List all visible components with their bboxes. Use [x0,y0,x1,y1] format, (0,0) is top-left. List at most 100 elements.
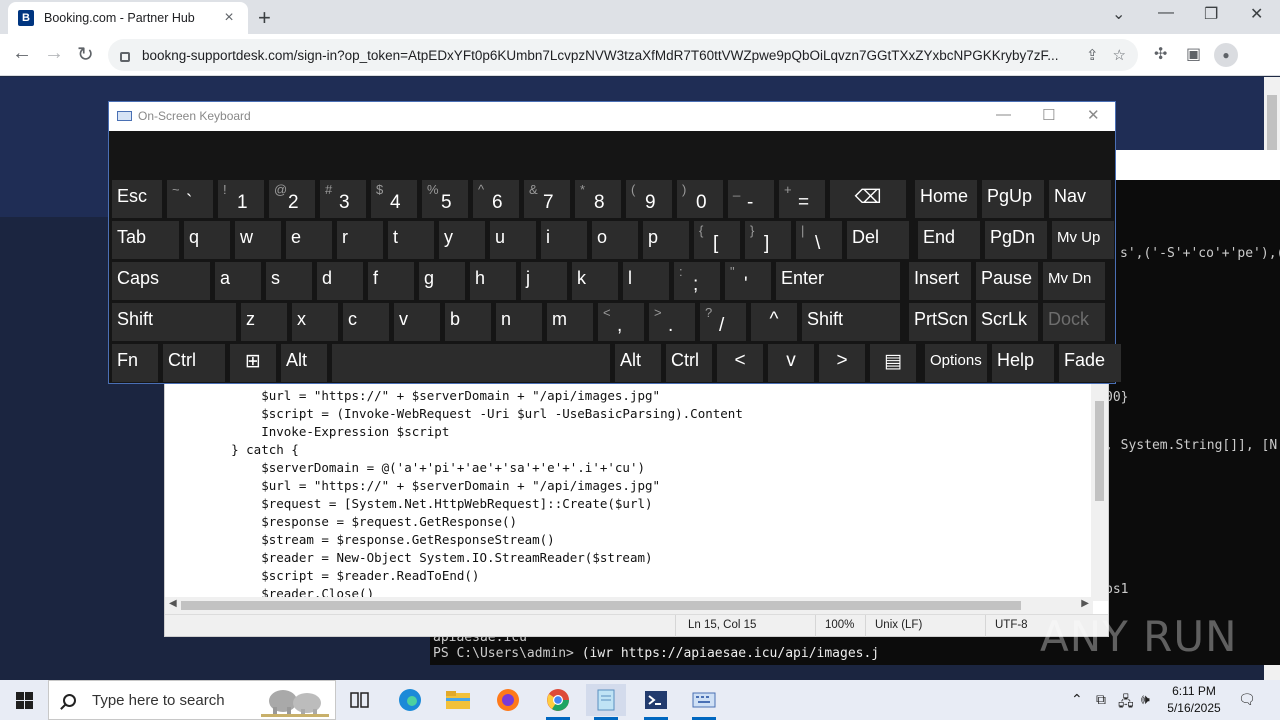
key-pause[interactable]: Pause [976,262,1038,300]
address-bar[interactable]: bookng-supportdesk.com/sign-in?op_token=… [108,39,1138,71]
minimize-icon[interactable]: — [1158,4,1174,22]
key--[interactable]: ^ [751,303,797,341]
key-c[interactable]: c [343,303,389,341]
key-n[interactable]: n [496,303,542,341]
key-r[interactable]: r [337,221,383,259]
key--[interactable]: < [717,344,763,382]
firefox-icon[interactable] [488,684,528,716]
key-5[interactable]: % 5 [422,180,468,218]
key-z[interactable]: z [241,303,287,341]
osk-close-icon[interactable]: ✕ [1087,106,1100,124]
key-shift[interactable]: Shift [802,303,900,341]
key-v[interactable]: v [394,303,440,341]
key-6[interactable]: ^ 6 [473,180,519,218]
key--[interactable]: {[ [694,221,740,259]
key--[interactable]: > [819,344,865,382]
key-x[interactable]: x [292,303,338,341]
start-button[interactable] [0,680,48,720]
key-l[interactable]: l [623,262,669,300]
key-prtscn[interactable]: PrtScn [909,303,971,341]
key-j[interactable]: j [521,262,567,300]
key-2[interactable]: @2 [269,180,315,218]
key-fn[interactable]: Fn [112,344,158,382]
restore-icon[interactable]: ❐ [1204,4,1218,24]
scroll-left-icon[interactable]: ◀ [169,598,177,609]
key--[interactable]: + = [779,180,825,218]
key--[interactable]: _ - [728,180,774,218]
key-space[interactable] [332,344,610,382]
back-icon[interactable]: ← [12,42,32,65]
share-icon[interactable]: ⇪ [1086,46,1099,64]
forward-icon[interactable]: → [44,42,64,65]
key-8[interactable]: * 8 [575,180,621,218]
volume-icon[interactable]: 🕪 [1141,691,1150,708]
key--[interactable]: :; [674,262,720,300]
key-scrlk[interactable]: ScrLk [976,303,1038,341]
powershell-taskbar-icon[interactable] [636,684,676,720]
taskbar-clock[interactable]: 6:11 PM 5/16/2025 [1162,683,1226,717]
tab-search-icon[interactable]: ⌄ [1112,4,1125,24]
key-1[interactable]: ! 1 [218,180,264,218]
taskbar-search-box[interactable]: Type here to search [48,680,336,720]
key-ctrl[interactable]: Ctrl [666,344,712,382]
osk-maximize-icon[interactable]: ☐ [1042,106,1055,124]
key-v[interactable]: v [768,344,814,382]
key-fade[interactable]: Fade [1059,344,1121,382]
key--[interactable]: | \ [796,221,842,259]
key-0[interactable]: ) 0 [677,180,723,218]
new-tab-button[interactable]: + [258,5,271,31]
key-s[interactable]: s [266,262,312,300]
key-7[interactable]: & 7 [524,180,570,218]
key-4[interactable]: $4 [371,180,417,218]
key-m[interactable]: m [547,303,593,341]
on-screen-keyboard[interactable]: On-Screen Keyboard — ☐ ✕ Esc ~ `! 1 @2 #3 $4% 5… [108,101,1121,384]
key-9[interactable]: (9 [626,180,672,218]
notepad-vertical-scrollbar[interactable] [1091,381,1108,601]
key-t[interactable]: t [388,221,434,259]
key--[interactable]: ▤ [870,344,916,382]
key-pgdn[interactable]: PgDn [985,221,1047,259]
key-k[interactable]: k [572,262,618,300]
scroll-right-icon[interactable]: ▶ [1081,598,1089,609]
key--[interactable]: ? / [700,303,746,341]
key-mv-dn[interactable]: Mv Dn [1043,262,1105,300]
notepad-taskbar-icon[interactable] [586,684,626,720]
tab-close-icon[interactable]: × [220,9,238,27]
edge-icon[interactable] [390,684,430,716]
key--[interactable]: >. [649,303,695,341]
key-insert[interactable]: Insert [909,262,971,300]
key-q[interactable]: q [184,221,230,259]
key-a[interactable]: a [215,262,261,300]
tray-overflow-icon[interactable]: ⌃ [1071,691,1083,708]
key-esc[interactable]: Esc [112,180,162,218]
key-del[interactable]: Del [847,221,909,259]
bookmark-star-icon[interactable]: ☆ [1113,46,1126,64]
reload-icon[interactable]: ↻ [77,42,94,67]
key-alt[interactable]: Alt [615,344,661,382]
key-alt[interactable]: Alt [281,344,327,382]
key-pgup[interactable]: PgUp [982,180,1044,218]
key--[interactable]: ⌫ [830,180,906,218]
task-view-icon[interactable] [340,684,380,716]
key-p[interactable]: p [643,221,689,259]
profile-avatar-icon[interactable]: ● [1214,43,1238,67]
browser-tab[interactable]: B Booking.com - Partner Hub × [8,2,248,34]
key-enter[interactable]: Enter [776,262,900,300]
key-d[interactable]: d [317,262,363,300]
key-end[interactable]: End [918,221,980,259]
key-3[interactable]: #3 [320,180,366,218]
extensions-icon[interactable]: ✣ [1154,44,1167,64]
key--[interactable]: " ' [725,262,771,300]
notepad-window[interactable]: $url = "https://" + $serverDomain + "/ap… [164,380,1109,637]
key-g[interactable]: g [419,262,465,300]
key-u[interactable]: u [490,221,536,259]
key-b[interactable]: b [445,303,491,341]
key-dock[interactable]: Dock [1043,303,1105,341]
key-w[interactable]: w [235,221,281,259]
notifications-icon[interactable]: 🗨 [1238,691,1256,708]
key--[interactable]: }] [745,221,791,259]
side-panel-icon[interactable]: ▣ [1186,44,1201,64]
key-y[interactable]: y [439,221,485,259]
key--[interactable]: ⊞ [230,344,276,382]
key-f[interactable]: f [368,262,414,300]
